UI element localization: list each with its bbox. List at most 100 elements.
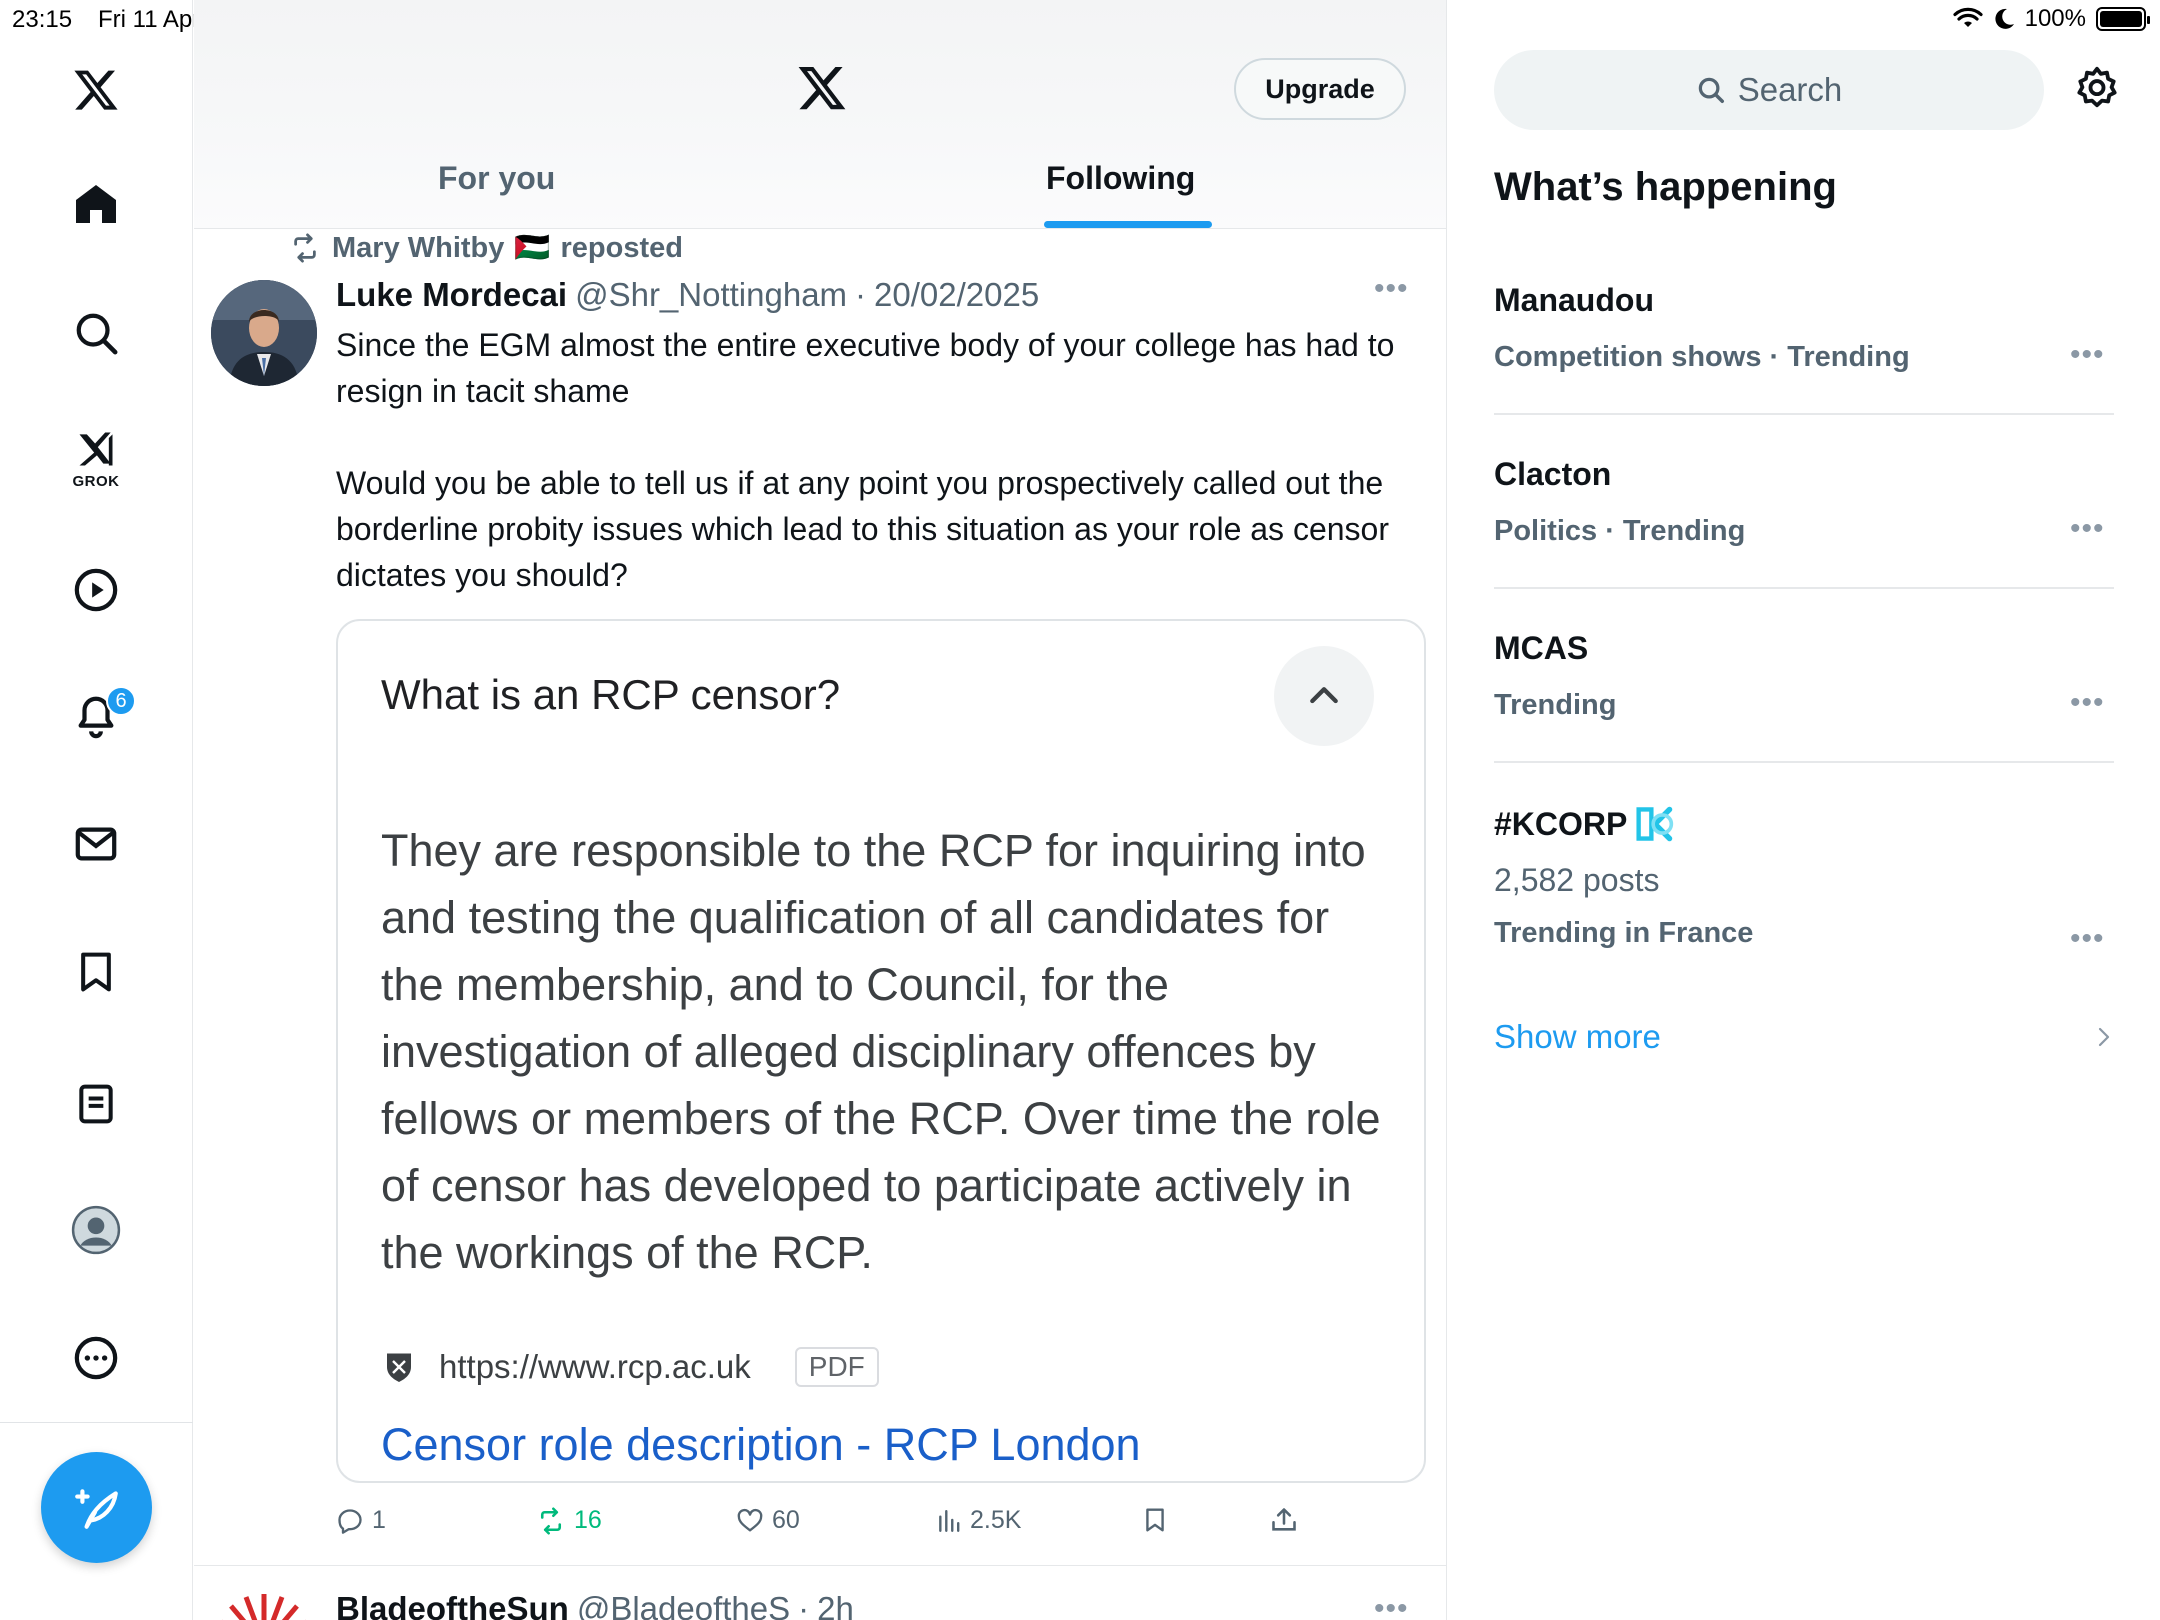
card-link-title: Censor role description - RCP London xyxy=(381,1419,1141,1470)
battery-percent: 100% xyxy=(2024,5,2086,32)
trend-more-icon[interactable]: ••• xyxy=(2070,686,2105,720)
search-placeholder: Search xyxy=(1737,71,1843,108)
next-author-handle[interactable]: @BladeoftheS xyxy=(577,1590,790,1620)
x-logo-icon[interactable] xyxy=(56,50,136,130)
next-author-name[interactable]: BladeoftheSun xyxy=(336,1590,569,1620)
header-separator: · xyxy=(855,276,867,313)
tweet-date[interactable]: 20/02/2025 xyxy=(874,276,1039,314)
rcp-crest-icon xyxy=(387,1353,411,1382)
search-icon[interactable] xyxy=(56,293,136,373)
gear-icon[interactable] xyxy=(2074,65,2120,116)
repost-context[interactable]: Mary Whitby 🇵🇸 reposted xyxy=(288,228,683,268)
battery-icon xyxy=(2096,7,2150,31)
tweet-text: Since the EGM almost the entire executiv… xyxy=(336,322,1426,644)
notifications-badge: 6 xyxy=(106,686,136,716)
more-icon[interactable] xyxy=(56,1318,136,1398)
heart-icon xyxy=(737,1508,763,1531)
tweet-header: Luke Mordecai @Shr_Nottingham · 20/02/20… xyxy=(336,276,1039,314)
card-question: What is an RCP censor? xyxy=(381,671,841,718)
next-tweet-time[interactable]: 2h xyxy=(817,1590,854,1620)
trend-more-icon[interactable]: ••• xyxy=(2070,512,2105,546)
home-icon[interactable] xyxy=(56,164,136,244)
tab-for-you[interactable]: For you xyxy=(438,160,555,197)
trend-name: Manaudou xyxy=(1494,282,1654,318)
trend-meta: Trending in France xyxy=(1494,917,1754,949)
whats-happening-title: What’s happening xyxy=(1494,165,1837,209)
like-button[interactable]: 60 xyxy=(736,1506,800,1535)
chevron-up-icon xyxy=(1274,646,1374,746)
repost-button[interactable]: 16 xyxy=(536,1506,602,1535)
share-icon xyxy=(1272,1508,1296,1531)
reposter-name: Mary Whitby xyxy=(332,231,505,264)
author-name[interactable]: Luke Mordecai xyxy=(336,276,567,314)
repost-suffix: reposted xyxy=(560,231,683,264)
tweet-divider xyxy=(194,1565,1446,1566)
bookmark-icon[interactable] xyxy=(56,932,136,1012)
tweet-paragraph: Would you be able to tell us if at any p… xyxy=(336,465,1389,593)
kcorp-logo-icon xyxy=(1636,806,1674,842)
card-answer: They are responsible to the RCP for inqu… xyxy=(381,825,1381,1278)
left-nav: GROK 6 xyxy=(0,0,193,1620)
next-tweet-more-icon[interactable]: ••• xyxy=(1374,1592,1409,1620)
nav-divider xyxy=(0,1422,193,1423)
tweet-paragraph: Since the EGM almost the entire executiv… xyxy=(336,327,1395,409)
trend-divider xyxy=(1494,587,2114,589)
mail-icon[interactable] xyxy=(56,804,136,884)
moon-icon xyxy=(1995,8,2014,29)
card-source-url: https://www.rcp.ac.uk xyxy=(439,1348,751,1385)
chevron-right-icon[interactable] xyxy=(2092,1022,2116,1057)
trend-meta: Competition shows · Trending xyxy=(1494,341,1910,373)
reply-button[interactable]: 1 xyxy=(336,1506,386,1535)
compose-icon xyxy=(74,1488,118,1529)
tweet-more-icon[interactable]: ••• xyxy=(1374,272,1409,306)
trend-item[interactable]: MCAS Trending xyxy=(1494,630,2114,722)
attached-image-card[interactable]: What is an RCP censor? They are responsi… xyxy=(336,619,1426,1483)
share-button[interactable] xyxy=(1270,1506,1298,1534)
trend-divider xyxy=(1494,413,2114,415)
trend-item[interactable]: #KCORP 2,582 posts Trending in France xyxy=(1494,804,2114,950)
views-count: 2.5K xyxy=(970,1506,1022,1534)
profile-icon[interactable] xyxy=(56,1190,136,1270)
compose-button[interactable] xyxy=(41,1452,152,1563)
repost-count: 16 xyxy=(574,1506,602,1534)
header-x-logo-icon[interactable] xyxy=(794,62,850,119)
reposter-flag: 🇵🇸 xyxy=(514,232,551,264)
views-button[interactable]: 2.5K xyxy=(936,1506,1021,1535)
next-header-separator: · xyxy=(798,1590,810,1620)
search-input[interactable]: Search xyxy=(1494,50,2044,130)
reply-icon xyxy=(338,1508,362,1534)
trend-name: Clacton xyxy=(1494,456,1612,492)
lists-icon[interactable] xyxy=(56,1064,136,1144)
trend-name: #KCORP xyxy=(1494,805,1628,842)
trend-meta: Trending xyxy=(1494,689,1617,721)
tweet-actions: 1 16 60 2.5K xyxy=(336,1506,1426,1546)
author-handle[interactable]: @Shr_Nottingham xyxy=(575,276,847,314)
video-icon[interactable] xyxy=(56,550,136,630)
trend-item[interactable]: Clacton Politics · Trending xyxy=(1494,456,2114,548)
grok-icon[interactable]: GROK xyxy=(56,418,136,498)
trend-more-icon[interactable]: ••• xyxy=(2070,922,2105,956)
trend-item[interactable]: Manaudou Competition shows · Trending xyxy=(1494,282,2114,374)
tab-following[interactable]: Following xyxy=(1046,160,1195,197)
bookmark-tweet-button[interactable] xyxy=(1142,1506,1168,1534)
reply-count: 1 xyxy=(372,1506,386,1534)
repost-action-icon xyxy=(540,1506,562,1535)
grok-label: GROK xyxy=(72,472,120,490)
next-tweet-header: BladeoftheSun @BladeoftheS · 2h xyxy=(336,1590,854,1620)
search-small-icon xyxy=(1698,77,1724,103)
active-tab-indicator xyxy=(1044,221,1212,228)
upgrade-button[interactable]: Upgrade xyxy=(1234,58,1406,120)
card-source: https://www.rcp.ac.uk PDF xyxy=(381,1347,879,1387)
trend-meta: Politics · Trending xyxy=(1494,515,1746,547)
bookmark-small-icon xyxy=(1146,1508,1164,1532)
repost-icon xyxy=(294,233,316,263)
trend-post-count: 2,582 posts xyxy=(1494,862,1660,898)
author-avatar[interactable] xyxy=(211,280,317,386)
next-tweet-avatar[interactable] xyxy=(211,1592,317,1620)
show-more-link[interactable]: Show more xyxy=(1494,1018,1661,1056)
trend-more-icon[interactable]: ••• xyxy=(2070,338,2105,372)
wifi-icon xyxy=(1953,7,1983,27)
trend-name-row: #KCORP xyxy=(1494,804,2114,844)
trend-name: MCAS xyxy=(1494,630,1589,666)
like-count: 60 xyxy=(772,1506,800,1534)
